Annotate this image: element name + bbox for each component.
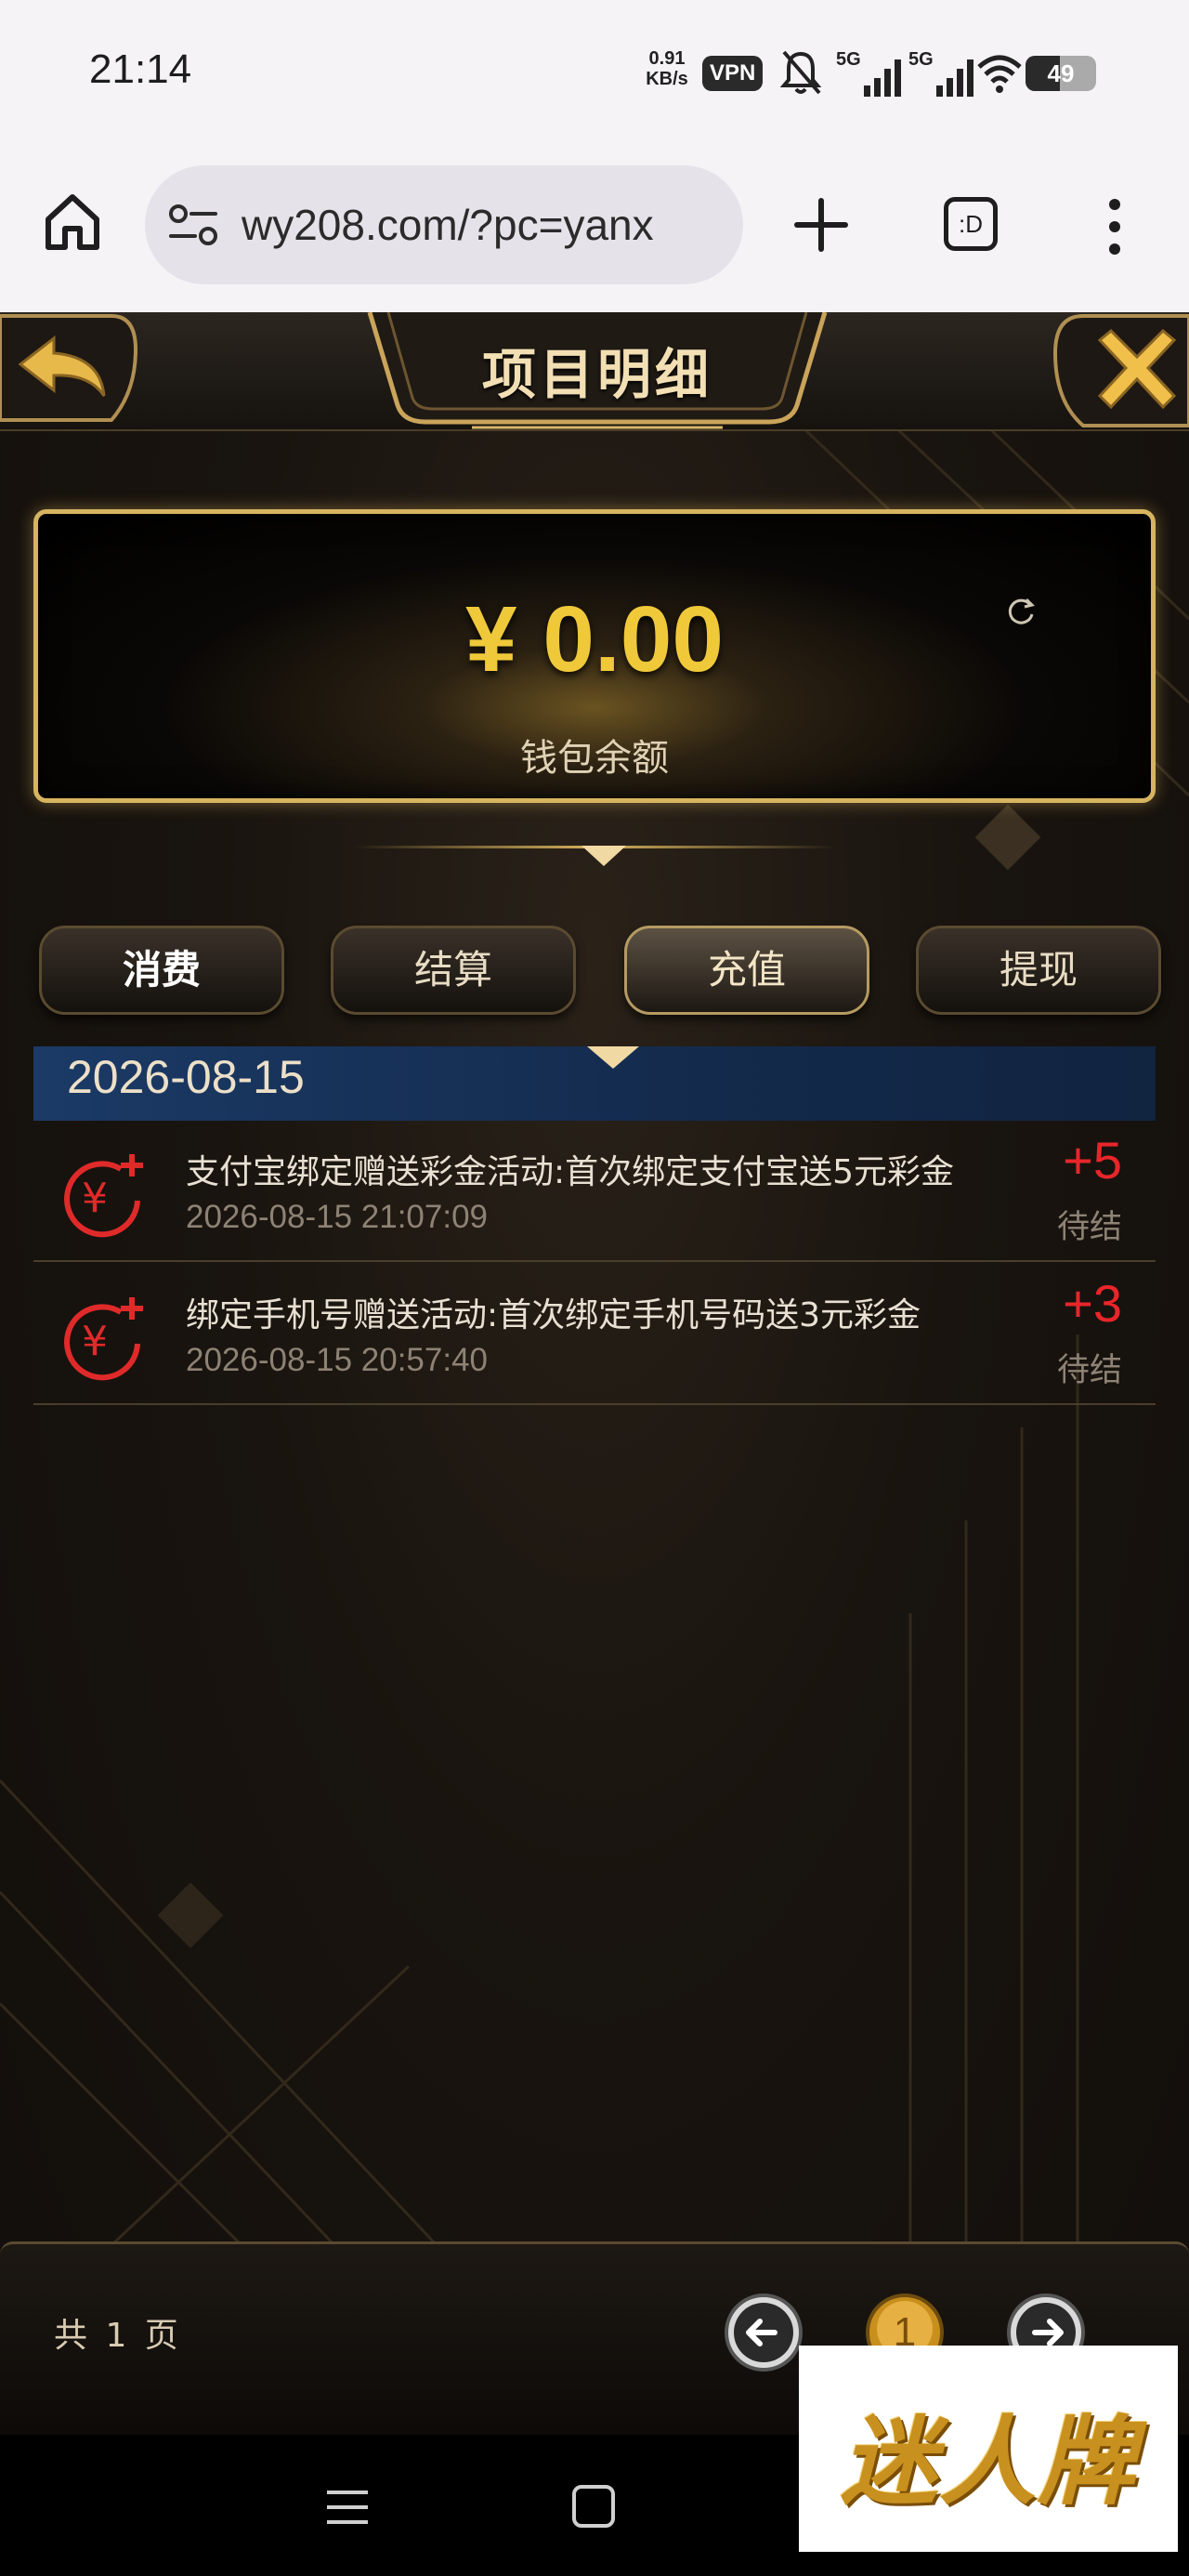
page-count: 共 1 页 [54, 2317, 182, 2355]
watermark-logo: 迷人牌 [799, 2346, 1178, 2552]
status-time: 21:14 [89, 46, 192, 92]
wifi-icon [977, 55, 1022, 93]
home-icon[interactable] [41, 190, 104, 253]
tab-consumption[interactable]: 消费 [39, 926, 284, 1015]
transaction-title: 支付宝绑定赠送彩金活动:首次绑定支付宝送5元彩金 [186, 1153, 955, 1191]
address-bar[interactable]: wy208.com/?pc=yanx [145, 165, 743, 284]
refresh-icon[interactable] [1004, 594, 1038, 627]
mute-bell-icon [779, 50, 822, 95]
home-square-icon[interactable] [570, 2483, 617, 2530]
plus-icon[interactable] [793, 197, 849, 253]
transaction-amount: +3 [1063, 1274, 1122, 1333]
tab-settlement[interactable]: 结算 [331, 926, 576, 1015]
watermark-text: 迷人牌 [840, 2405, 1136, 2518]
caret-down-icon [581, 846, 626, 866]
tab-withdraw[interactable]: 提现 [916, 926, 1161, 1015]
transaction-title: 绑定手机号赠送活动:首次绑定手机号码送3元彩金 [186, 1296, 921, 1334]
transaction-row[interactable]: ¥ 支付宝绑定赠送彩金活动:首次绑定支付宝送5元彩金 2026-08-15 21… [33, 1121, 1156, 1262]
url-text[interactable]: wy208.com/?pc=yanx [242, 165, 734, 284]
network-speed-value: 0.91 [648, 48, 686, 69]
network-speed-unit: KB/s [646, 69, 688, 89]
more-vertical-icon[interactable] [1096, 197, 1133, 256]
transaction-row[interactable]: ¥ 绑定手机号赠送活动:首次绑定手机号码送3元彩金 2026-08-15 20:… [33, 1264, 1156, 1405]
caret-down-icon [587, 1046, 639, 1069]
date-group-label: 2026-08-15 [67, 1051, 305, 1103]
browser-toolbar: wy208.com/?pc=yanx :D [0, 149, 1189, 312]
signal-5g-icon: 5G [836, 49, 901, 97]
balance-label: 钱包余额 [520, 737, 669, 780]
signal-2-label: 5G [908, 49, 934, 70]
signal-5g-icon: 5G [908, 49, 973, 97]
site-settings-icon[interactable] [167, 203, 219, 247]
transaction-time: 2026-08-15 21:07:09 [186, 1199, 488, 1235]
balance-amount: ¥ 0.00 [464, 587, 725, 691]
signal-1-label: 5G [836, 49, 861, 70]
yuan-plus-icon: ¥ [64, 1297, 143, 1381]
tab-recharge[interactable]: 充值 [624, 926, 869, 1015]
transaction-details-page: 项目明细 ¥ 0.00 钱包余额 消费 结算 充值 提现 2026-08-15 … [0, 312, 1189, 2435]
yuan-plus-icon: ¥ [64, 1154, 143, 1238]
battery-level: 49 [1047, 59, 1075, 87]
svg-text:¥: ¥ [82, 1318, 108, 1365]
svg-text:¥: ¥ [82, 1175, 108, 1222]
page-title: 项目明细 [481, 343, 712, 406]
close-x-icon[interactable] [1052, 312, 1189, 429]
transaction-time: 2026-08-15 20:57:40 [186, 1342, 488, 1378]
network-speed: 0.91 KB/s [639, 48, 695, 89]
arrow-left-icon[interactable] [723, 2292, 804, 2373]
recent-apps-icon[interactable] [325, 2489, 370, 2526]
wallet-balance-card: ¥ 0.00 钱包余额 [33, 509, 1156, 803]
transaction-status: 待结 [1056, 1209, 1122, 1246]
battery-indicator: 49 [1026, 56, 1096, 91]
tab-switcher-button[interactable]: :D [944, 197, 998, 251]
status-icons: 0.91 KB/s VPN 5G 5G 49 [639, 45, 1122, 104]
status-bar: 21:14 0.91 KB/s VPN 5G 5G 49 [0, 0, 1189, 149]
back-arrow-icon[interactable] [0, 312, 137, 424]
vpn-badge: VPN [702, 56, 764, 91]
transaction-amount: +5 [1063, 1131, 1122, 1189]
transaction-status: 待结 [1056, 1352, 1122, 1389]
